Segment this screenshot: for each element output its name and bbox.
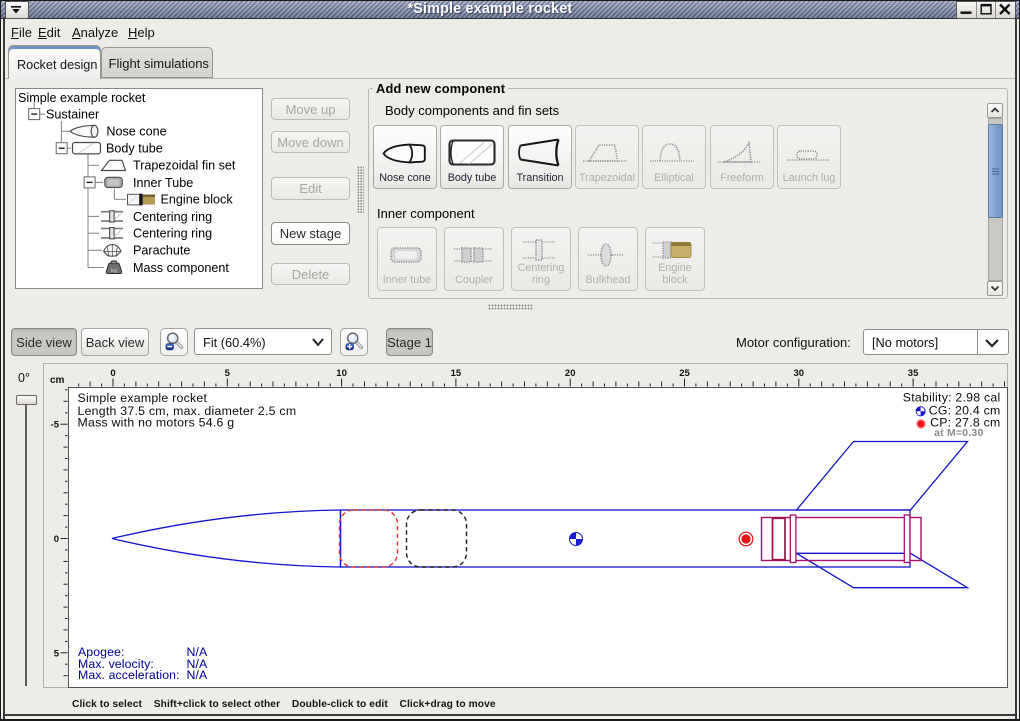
svg-text:0: 0	[54, 534, 59, 545]
svg-text:Stability: 2.98 cal: Stability: 2.98 cal	[903, 391, 1001, 405]
svg-text:Mass with no motors 54.6 g: Mass with no motors 54.6 g	[78, 416, 235, 430]
svg-text:5: 5	[225, 368, 231, 379]
svg-text:Trapezoidal fin set: Trapezoidal fin set	[133, 159, 236, 173]
svg-text:Simple example rocket: Simple example rocket	[78, 391, 208, 405]
svg-text:-5: -5	[51, 420, 60, 431]
svg-text:5: 5	[54, 648, 60, 659]
svg-text:35: 35	[908, 368, 919, 379]
svg-text:0: 0	[110, 368, 115, 379]
svg-text:N/A: N/A	[187, 668, 208, 682]
svg-text:Nose cone: Nose cone	[106, 125, 166, 139]
svg-text:Sustainer: Sustainer	[46, 107, 99, 121]
svg-text:Centering ring: Centering ring	[133, 227, 212, 241]
svg-text:20: 20	[565, 368, 576, 379]
svg-text:Centering ring: Centering ring	[133, 210, 212, 224]
svg-text:25: 25	[679, 368, 690, 379]
svg-text:kg: kg	[111, 268, 117, 274]
svg-text:Simple example rocket: Simple example rocket	[18, 91, 146, 105]
svg-text:Body tube: Body tube	[106, 142, 163, 156]
svg-text:Engine block: Engine block	[161, 193, 234, 207]
svg-text:15: 15	[451, 368, 462, 379]
svg-text:30: 30	[794, 368, 805, 379]
svg-text:Inner Tube: Inner Tube	[133, 176, 193, 190]
svg-text:cm: cm	[50, 375, 65, 386]
svg-text:Mass component: Mass component	[133, 261, 229, 275]
svg-text:Parachute: Parachute	[133, 244, 190, 258]
svg-text:10: 10	[336, 368, 347, 379]
svg-text:Max. acceleration:: Max. acceleration:	[78, 668, 180, 682]
svg-text:at M=0.30: at M=0.30	[934, 427, 983, 439]
